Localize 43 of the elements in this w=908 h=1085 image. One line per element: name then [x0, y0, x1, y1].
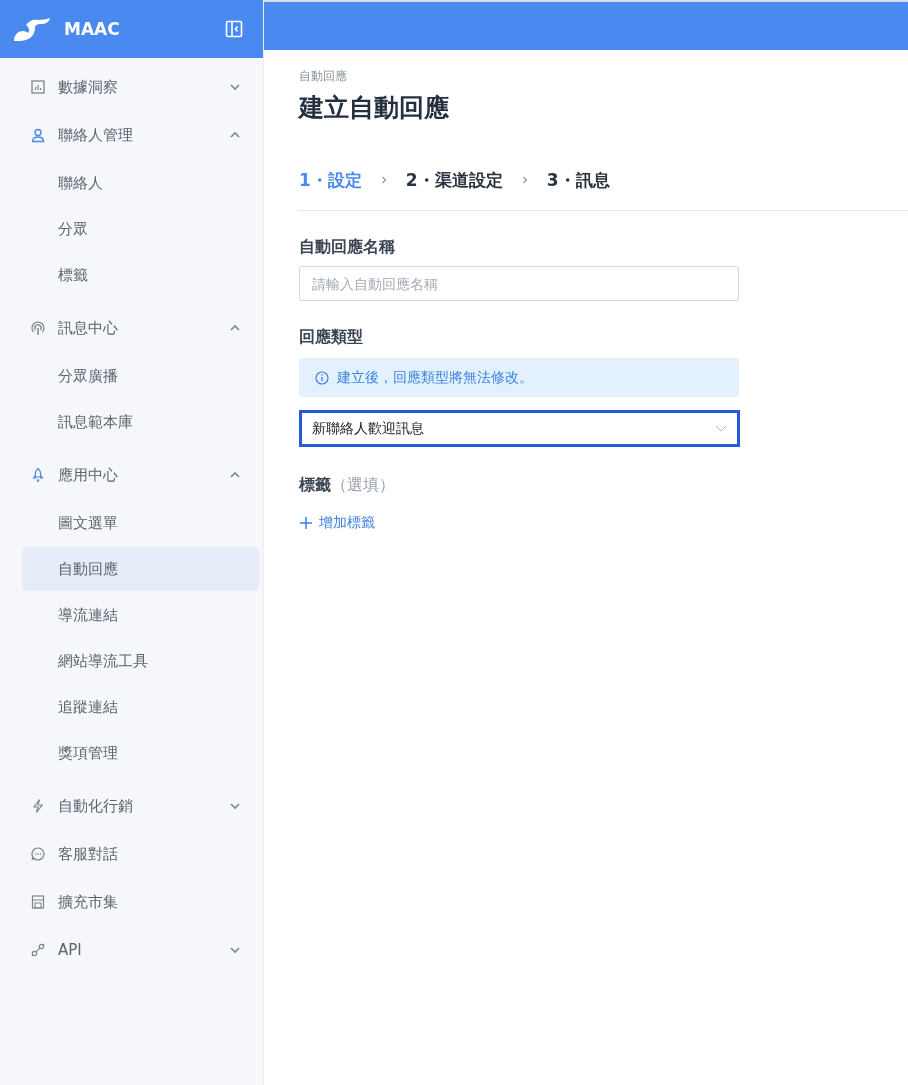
sidebar-item[interactable]: 數據洞察	[0, 63, 263, 111]
field-label: 回應類型	[299, 327, 364, 348]
sidebar-subitem[interactable]: 追蹤連結	[22, 685, 259, 729]
optional-hint: （選填）	[331, 475, 395, 496]
breadcrumb[interactable]: 自動回應	[299, 68, 908, 85]
brand-name: MAAC	[64, 19, 121, 39]
info-icon	[315, 370, 329, 385]
sidebar-subitem[interactable]: 自動回應	[22, 547, 259, 591]
sidebar-item[interactable]: 自動化行銷	[0, 782, 263, 830]
chevron-icon	[379, 175, 388, 185]
sidebar-item[interactable]: 訊息中心	[0, 304, 263, 352]
sidebar-subitem[interactable]: 標籤	[22, 253, 259, 297]
plus-icon	[299, 516, 313, 530]
sidebar-subitem[interactable]: 網站導流工具	[22, 639, 259, 683]
field-label: 標籤	[299, 475, 331, 496]
sidebar-subitem[interactable]: 訊息範本庫	[22, 400, 259, 444]
chevron-icon	[229, 800, 241, 812]
step-tab[interactable]: 2・渠道設定	[405, 168, 503, 192]
page-title: 建立自動回應	[299, 92, 450, 124]
sidebar-item[interactable]: 聯絡人管理	[0, 111, 263, 159]
chevron-icon	[229, 944, 241, 956]
sidebar-subitem[interactable]: 導流連結	[22, 593, 259, 637]
type-select[interactable]: 新聯絡人歡迎訊息	[299, 410, 740, 447]
notice-text: 建立後，回應類型將無法修改。	[337, 368, 533, 387]
collapse-sidebar-icon[interactable]	[225, 20, 243, 38]
chevron-icon	[229, 81, 241, 93]
step-tab[interactable]: 3・訊息	[546, 168, 610, 192]
field-label: 自動回應名稱	[299, 237, 396, 258]
sidebar-item[interactable]: 應用中心	[0, 451, 263, 499]
sidebar-subitem[interactable]: 獎項管理	[22, 731, 259, 775]
sidebar-item[interactable]: 擴充市集	[0, 878, 263, 926]
sidebar-item[interactable]: 客服對話	[0, 830, 263, 878]
chevron-icon	[715, 424, 727, 433]
name-input-field[interactable]: 請輸入自動回應名稱	[299, 266, 739, 301]
step-tab[interactable]: 1・設定	[299, 168, 362, 192]
sidebar-subitem[interactable]: 圖文選單	[22, 501, 259, 545]
logo-icon	[12, 16, 52, 42]
sidebar-subitem[interactable]: 分眾	[22, 207, 259, 251]
sidebar-subitem[interactable]: 分眾廣播	[22, 354, 259, 398]
chevron-icon	[520, 175, 529, 185]
sidebar-item[interactable]: API	[0, 926, 263, 974]
add-tag-button[interactable]: 增加標籤	[299, 514, 375, 532]
sidebar-subitem[interactable]: 聯絡人	[22, 161, 259, 205]
